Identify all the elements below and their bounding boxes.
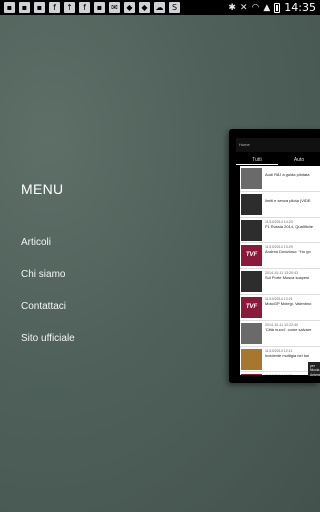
list-item[interactable]: TVF 11/10/2014 13:29 Andrea Dovizioso: "Ho… <box>240 243 320 270</box>
notification-icon: ▪ <box>19 2 30 13</box>
flipboard-icon: ▪ <box>94 2 105 13</box>
drawer-item-chi-siamo[interactable]: Chi siamo <box>21 269 65 280</box>
dropbox-icon: ◆ <box>124 2 135 13</box>
article-date: 2014-10-11 13:20:43 <box>265 271 299 276</box>
article-date: 11/10/2014 14:23 <box>265 219 293 224</box>
preview-toast: per Nicola Antenelli, Il tutto, l'attual… <box>308 362 320 376</box>
list-item[interactable]: limiti e senza pilota (VIDE <box>240 192 320 218</box>
article-title: F1 Russia 2014, Qualifiche <box>265 224 314 229</box>
article-date: 11/10/2014 12:11 <box>265 348 293 353</box>
article-thumbnail <box>241 193 262 215</box>
email-icon: ✉ <box>109 2 120 13</box>
bluetooth-icon: ✱ <box>228 2 236 13</box>
article-thumbnail <box>241 348 262 370</box>
drawer-item-contattaci[interactable]: Contattaci <box>21 301 66 312</box>
upload-icon: ↑ <box>64 2 75 13</box>
notification-icons: ▪ ▪ ▪ f ↑ f ▪ ✉ ◆ ◆ ☁ S <box>4 2 180 13</box>
drawer-item-articoli[interactable]: Articoli <box>21 237 51 248</box>
preview-tabs: Tutti Auto <box>236 156 320 165</box>
main-content-preview[interactable]: Home Tutti Auto Audi R8J a guida pilotat… <box>229 129 320 383</box>
preview-action-bar: Home <box>236 138 320 152</box>
status-bar-right: ✱ ✕ ◠ ▲ 14:35 <box>228 1 316 14</box>
article-list: Audi R8J a guida pilotata limiti e senza … <box>240 166 320 375</box>
bbm-icon: ▪ <box>4 2 15 13</box>
tab-tutti[interactable]: Tutti <box>236 156 278 165</box>
list-item[interactable]: 2014-10-11 13:20:43 Sul Porte Mosca sospe… <box>240 269 320 295</box>
battery-icon <box>274 2 281 13</box>
dropbox-icon: ◆ <box>139 2 150 13</box>
status-time: 14:35 <box>284 1 316 14</box>
article-title: Sul Porte Mosca sospesi <box>265 276 310 281</box>
gallery-icon: ▪ <box>34 2 45 13</box>
article-thumbnail <box>241 322 262 344</box>
list-item[interactable]: 2014-10-11 12:22:40 'Città nuovi', come s… <box>240 321 320 347</box>
wifi-icon: ◠ <box>251 2 260 13</box>
drawer-title: MENU <box>21 181 64 197</box>
facebook-icon: f <box>49 2 60 13</box>
article-thumbnail <box>241 168 262 189</box>
article-title: Incidente multigia nel tun <box>265 353 310 358</box>
mute-icon: ✕ <box>239 2 248 13</box>
list-item[interactable]: Audi R8J a guida pilotata <box>240 166 320 192</box>
article-title: Andrea Dovizioso: "Ho go <box>265 250 311 255</box>
tvf-logo-thumbnail: TVF <box>241 374 262 375</box>
tab-auto[interactable]: Auto <box>278 156 320 165</box>
list-item[interactable]: TVF 11/10/2014 13:21 MotoGP Motegi, Valent… <box>240 295 320 321</box>
list-item[interactable]: 11/10/2014 14:23 F1 Russia 2014, Qualific… <box>240 218 320 244</box>
facebook-icon: f <box>79 2 90 13</box>
article-title: 'Città nuovi', come salvare <box>265 327 312 332</box>
article-thumbnail <box>241 219 262 241</box>
article-title: Audi R8J a guida pilotata <box>265 173 310 177</box>
tvf-logo-thumbnail: TVF <box>241 245 262 267</box>
article-date: 11/10/2014 13:29 <box>265 245 293 250</box>
article-thumbnail <box>241 271 262 293</box>
drawer-item-sito-ufficiale[interactable]: Sito ufficiale <box>21 333 75 344</box>
article-date: 11/10/2014 11:28 <box>265 374 292 375</box>
signal-icon: ▲ <box>263 2 271 13</box>
skype-icon: S <box>169 2 180 13</box>
cloud-icon: ☁ <box>154 2 165 13</box>
article-date: 11/10/2014 13:21 <box>265 296 293 301</box>
article-title: limiti e senza pilota (VIDE <box>265 198 311 203</box>
article-title: MotoGP Motegi, Valentino <box>265 301 312 306</box>
tvf-logo-thumbnail: TVF <box>241 296 262 318</box>
article-date: 2014-10-11 12:22:40 <box>265 322 299 327</box>
status-bar: ▪ ▪ ▪ f ↑ f ▪ ✉ ◆ ◆ ☁ S ✱ ✕ ◠ ▲ 14:35 <box>0 0 320 15</box>
